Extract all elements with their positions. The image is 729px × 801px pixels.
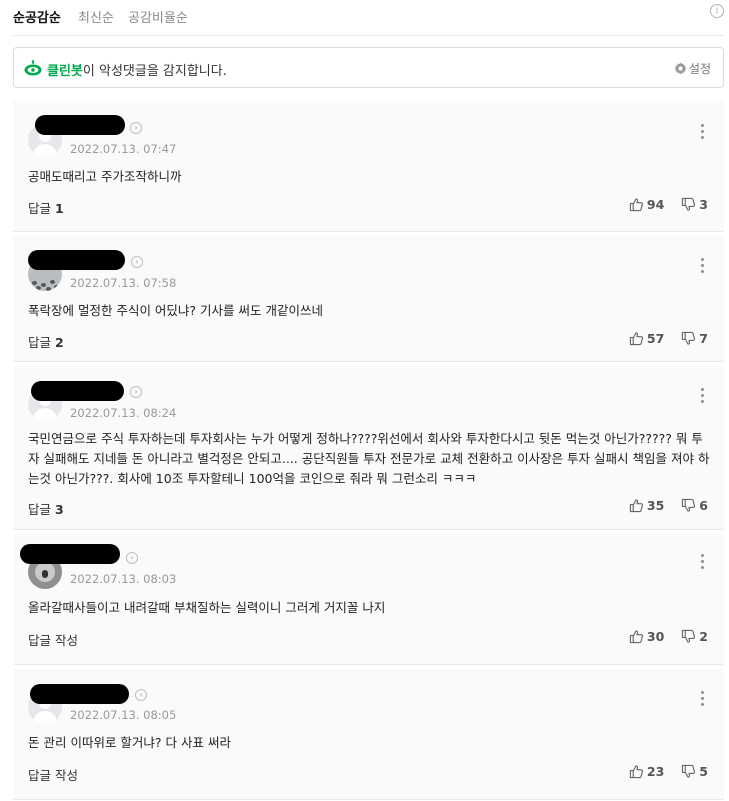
comment-date: 2022.07.13. 07:47 — [70, 142, 177, 156]
vote-group: 94 3 — [629, 197, 708, 212]
vote-group: 23 5 — [629, 764, 708, 779]
info-icon[interactable]: i — [710, 4, 724, 18]
reply-button[interactable]: 답글 작성 — [28, 630, 78, 649]
more-options-icon[interactable] — [698, 124, 706, 144]
cleanbot-icon — [24, 60, 42, 76]
comment-text: 공매도때리고 주가조작하니까 — [28, 169, 182, 184]
reply-label: 답글 — [28, 201, 52, 216]
sort-bar: 순공감순 최신순 공감비율순 i — [13, 0, 724, 36]
comment-item: › 2022.07.13. 08:03 올라갈때사들이고 내려갈때 부채질하는 … — [13, 534, 724, 665]
reply-label: 답글 — [28, 502, 52, 517]
reply-button[interactable]: 답글 2 — [28, 332, 64, 351]
reply-button[interactable]: 답글 1 — [28, 198, 64, 217]
reply-label: 답글 작성 — [28, 633, 78, 648]
like-button[interactable]: 57 — [629, 331, 664, 346]
vote-group: 35 6 — [629, 498, 708, 513]
vote-group: 30 2 — [629, 629, 708, 644]
reply-button[interactable]: 답글 3 — [28, 499, 64, 518]
like-count: 57 — [646, 331, 665, 346]
dislike-count: 2 — [699, 629, 708, 644]
like-count: 30 — [646, 629, 665, 644]
nickname-redacted[interactable] — [30, 684, 129, 704]
thumbs-up-icon — [629, 765, 643, 779]
reply-label: 답글 — [28, 335, 52, 350]
comment-date: 2022.07.13. 07:58 — [70, 276, 177, 290]
dislike-count: 6 — [699, 498, 708, 513]
settings-label: 설정 — [688, 62, 711, 76]
thumbs-up-icon — [629, 332, 643, 346]
comment-text: 올라갈때사들이고 내려갈때 부채질하는 실력이니 그러게 거지꼴 나지 — [28, 600, 386, 615]
cleanbot-banner: 클린봇이 악성댓글을 감지합니다. 설정 — [13, 47, 724, 88]
like-button[interactable]: 30 — [629, 629, 664, 644]
comment-text: 폭락장에 멀정한 주식이 어딨냐? 기사를 써도 개같이쓰네 — [28, 303, 323, 318]
comment-item: › 2022.07.13. 08:24 국민연금으로 주식 투자하는데 투자회사… — [13, 366, 724, 530]
like-count: 23 — [646, 764, 665, 779]
comment-date: 2022.07.13. 08:05 — [70, 708, 177, 722]
profile-arrow-icon[interactable]: › — [126, 552, 138, 564]
dislike-button[interactable]: 6 — [681, 498, 708, 513]
cleanbot-message-text: 이 악성댓글을 감지합니다. — [82, 64, 227, 79]
sort-tab-ratio[interactable]: 공감비율순 — [128, 7, 188, 26]
profile-arrow-icon[interactable]: › — [130, 122, 142, 134]
thumbs-down-icon — [682, 197, 696, 211]
nickname-redacted[interactable] — [31, 381, 124, 401]
more-options-icon[interactable] — [698, 258, 706, 278]
dislike-button[interactable]: 2 — [681, 629, 708, 644]
thumbs-down-icon — [682, 764, 696, 778]
comment-date: 2022.07.13. 08:24 — [70, 406, 177, 420]
nickname-redacted[interactable] — [35, 115, 125, 135]
like-count: 35 — [646, 498, 665, 513]
dislike-button[interactable]: 3 — [681, 197, 708, 212]
reply-count: 2 — [55, 335, 64, 350]
dislike-count: 5 — [699, 764, 708, 779]
thumbs-up-icon — [629, 499, 643, 513]
dislike-count: 3 — [699, 197, 708, 212]
reply-count: 3 — [55, 502, 64, 517]
reply-count: 1 — [55, 201, 64, 216]
comment-item: › 2022.07.13. 07:58 폭락장에 멀정한 주식이 어딨냐? 기사… — [13, 236, 724, 362]
cleanbot-settings-button[interactable]: 설정 — [674, 60, 711, 77]
comment-date: 2022.07.13. 08:03 — [70, 572, 177, 586]
profile-arrow-icon[interactable]: › — [135, 689, 147, 701]
thumbs-down-icon — [682, 629, 696, 643]
profile-arrow-icon[interactable]: › — [130, 386, 142, 398]
more-options-icon[interactable] — [698, 388, 706, 408]
thumbs-down-icon — [682, 498, 696, 512]
nickname-redacted[interactable] — [28, 250, 125, 270]
like-button[interactable]: 94 — [629, 197, 664, 212]
cleanbot-name: 클린봇 — [47, 64, 83, 79]
vote-group: 57 7 — [629, 331, 708, 346]
sort-tab-popular[interactable]: 순공감순 — [13, 7, 61, 26]
dislike-button[interactable]: 5 — [681, 764, 708, 779]
more-options-icon[interactable] — [698, 691, 706, 711]
comment-text: 돈 관리 이따위로 할거냐? 다 사표 써라 — [28, 735, 231, 750]
like-count: 94 — [646, 197, 665, 212]
cleanbot-message: 클린봇이 악성댓글을 감지합니다. — [47, 60, 227, 79]
nickname-redacted[interactable] — [20, 544, 120, 564]
thumbs-up-icon — [629, 198, 643, 212]
dislike-count: 7 — [699, 331, 708, 346]
reply-label: 답글 작성 — [28, 768, 78, 783]
dislike-button[interactable]: 7 — [681, 331, 708, 346]
like-button[interactable]: 23 — [629, 764, 664, 779]
like-button[interactable]: 35 — [629, 498, 664, 513]
comment-item: › 2022.07.13. 07:47 공매도때리고 주가조작하니까 답글 1 … — [13, 101, 724, 232]
comment-text: 국민연금으로 주식 투자하는데 투자회사는 누가 어떻게 정하나????위선에서… — [28, 431, 710, 486]
gear-icon — [674, 62, 687, 75]
thumbs-up-icon — [629, 630, 643, 644]
reply-button[interactable]: 답글 작성 — [28, 765, 78, 784]
comment-list: › 2022.07.13. 07:47 공매도때리고 주가조작하니까 답글 1 … — [13, 101, 724, 801]
sort-tab-latest[interactable]: 최신순 — [78, 7, 114, 26]
thumbs-down-icon — [682, 331, 696, 345]
comment-item: › 2022.07.13. 08:05 돈 관리 이따위로 할거냐? 다 사표 … — [13, 669, 724, 800]
more-options-icon[interactable] — [698, 554, 706, 574]
profile-arrow-icon[interactable]: › — [131, 256, 143, 268]
